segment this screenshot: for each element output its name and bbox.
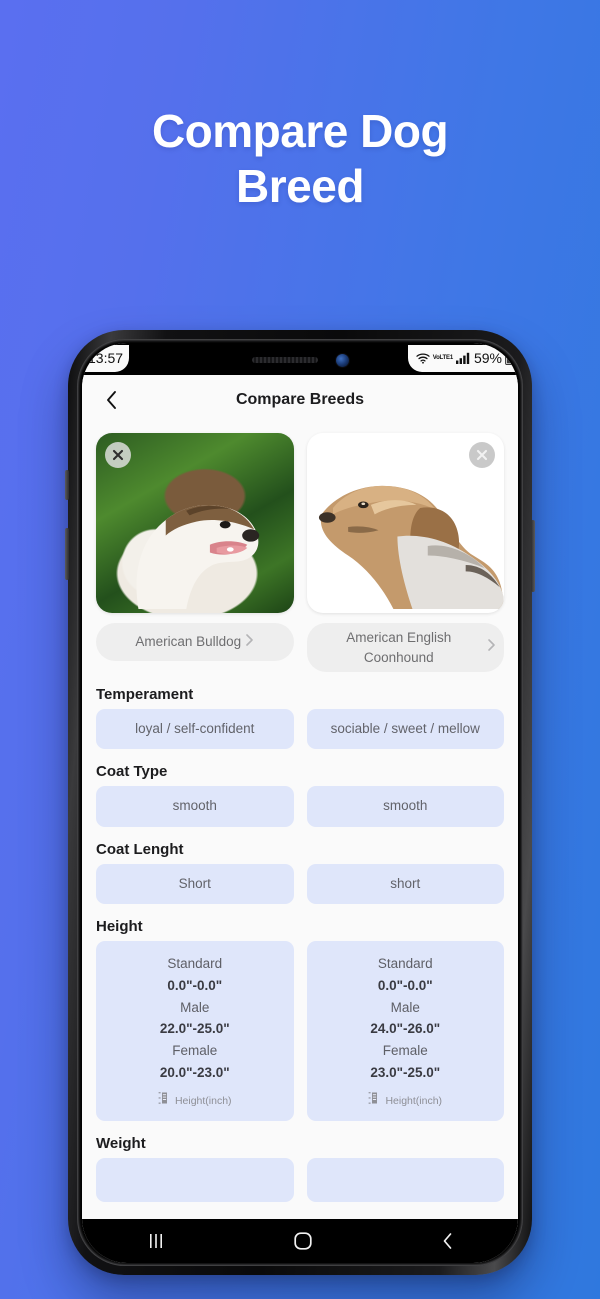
battery-icon [505,350,514,365]
height-female-1: 23.0"-25.0" [370,1065,441,1081]
attribute-value-coat-type-1: smooth [306,786,504,827]
breed-column-0: American Bulldog [96,433,294,672]
phone-button-left-upper [65,470,69,500]
height-standard-1: 0.0"-0.0" [377,977,433,993]
phone-bezel: 13:57 VoLTE1 59% Compare Breeds American… [77,339,523,1266]
height-unit-row-1: Height(inch) [315,1091,497,1111]
attribute-value-coat-lenght-1: short [306,863,504,904]
attribute-values-row: smooth smooth [96,786,504,827]
weight-box-0 [96,1158,294,1202]
promo-headline-line2: Breed [236,160,364,213]
height-male-1: 24.0"-26.0" [370,1021,441,1037]
height-box-0: Standard 0.0"-0.0" Male 22.0"-25.0" Fema… [96,940,294,1122]
compare-scroll-area[interactable]: American Bulldog American English Coonho… [82,425,518,1219]
height-unit-label-0: Height(inch) [174,1094,232,1107]
breed-name-1: American English Coonhound [346,630,452,665]
promo-headline-line1: Compare Dog [151,105,449,157]
bulldog-illustration [136,504,260,610]
height-standard-0: 0.0"-0.0" [167,977,223,993]
page-title: Compare Breeds [235,391,365,408]
remove-breed-button-1[interactable] [469,442,495,468]
front-camera-icon [335,353,349,367]
height-unit-row-0: Height(inch) [104,1091,286,1111]
home-icon[interactable] [294,1232,313,1250]
attribute-value-temperament-0: loyal / self-confident [96,709,294,750]
height-unit-label-1: Height(inch) [385,1094,443,1107]
height-label-standard: Standard [167,955,223,971]
recents-icon[interactable] [146,1233,166,1249]
back-chevron-icon[interactable] [100,389,122,411]
battery-percent: 59% [473,349,502,366]
chevron-right-icon [245,633,254,652]
android-nav-bar [82,1219,518,1263]
attribute-values-row: loyal / self-confident sociable / sweet … [96,709,504,750]
height-female-0: 20.0"-23.0" [159,1065,230,1081]
status-indicators: VoLTE1 59% [407,344,518,372]
earpiece-speaker [251,357,318,363]
close-x-icon [112,449,124,461]
nav-back-icon[interactable] [441,1232,454,1250]
american-bulldog-photo[interactable] [96,433,294,613]
breed-cards-row: American Bulldog American English Coonho… [96,433,504,673]
attribute-group-height: Height Standard 0.0"-0.0" Male 22.0"-25.… [96,917,504,1122]
attribute-value-temperament-1: sociable / sweet / mellow [306,709,504,750]
attribute-values-row: Short short [96,863,504,904]
coonhound-illustration [319,485,504,610]
breed-select-button-0[interactable]: American Bulldog [96,623,294,661]
phone-mockup: 13:57 VoLTE1 59% Compare Breeds American… [65,330,535,1275]
status-time: 13:57 [82,344,130,372]
phone-power-button [531,520,535,592]
phone-screen: 13:57 VoLTE1 59% Compare Breeds American… [82,343,518,1263]
breed-name-0: American Bulldog [135,634,242,650]
height-values-row: Standard 0.0"-0.0" Male 22.0"-25.0" Fema… [96,940,504,1122]
close-x-icon [476,449,488,461]
app-bar: Compare Breeds [82,375,518,425]
promo-headline: Compare Dog Breed [0,104,600,214]
attribute-value-coat-lenght-0: Short [96,863,294,904]
attribute-group-coat-lenght: Coat Lenght Short short [96,841,504,904]
remove-breed-button-0[interactable] [105,442,131,468]
attribute-group-coat-type: Coat Type smooth smooth [96,763,504,827]
height-label-female: Female [382,1043,428,1059]
attribute-title-coat-lenght: Coat Lenght [96,840,184,858]
attribute-title-weight: Weight [96,1135,146,1153]
weight-values-row [96,1158,504,1202]
attribute-title-temperament: Temperament [96,686,194,704]
attribute-title-height: Height [96,917,143,935]
phone-notch [176,343,424,377]
attribute-group-weight: Weight [96,1135,504,1202]
height-box-1: Standard 0.0"-0.0" Male 24.0"-26.0" Fema… [306,940,504,1122]
height-label-female: Female [172,1043,218,1059]
cellular-signal-icon [455,352,471,364]
phone-volume-button [65,528,69,580]
american-english-coonhound-photo[interactable] [306,433,504,613]
chevron-right-icon [487,638,496,657]
attribute-title-coat-type: Coat Type [96,763,168,781]
attribute-group-temperament: Temperament loyal / self-confident socia… [96,686,504,750]
height-ruler-icon [368,1091,380,1111]
height-label-male: Male [390,999,420,1015]
height-label-standard: Standard [377,955,433,971]
height-ruler-icon [158,1091,170,1111]
attribute-value-coat-type-0: smooth [96,786,294,827]
height-male-0: 22.0"-25.0" [159,1021,230,1037]
volte-indicator: VoLTE1 [432,354,453,361]
breed-column-1: American English Coonhound [306,433,504,673]
wifi-icon [416,352,430,364]
status-bar: 13:57 VoLTE1 59% [82,343,518,377]
weight-box-1 [306,1158,504,1202]
breed-select-button-1[interactable]: American English Coonhound [306,623,504,673]
height-label-male: Male [180,999,210,1015]
